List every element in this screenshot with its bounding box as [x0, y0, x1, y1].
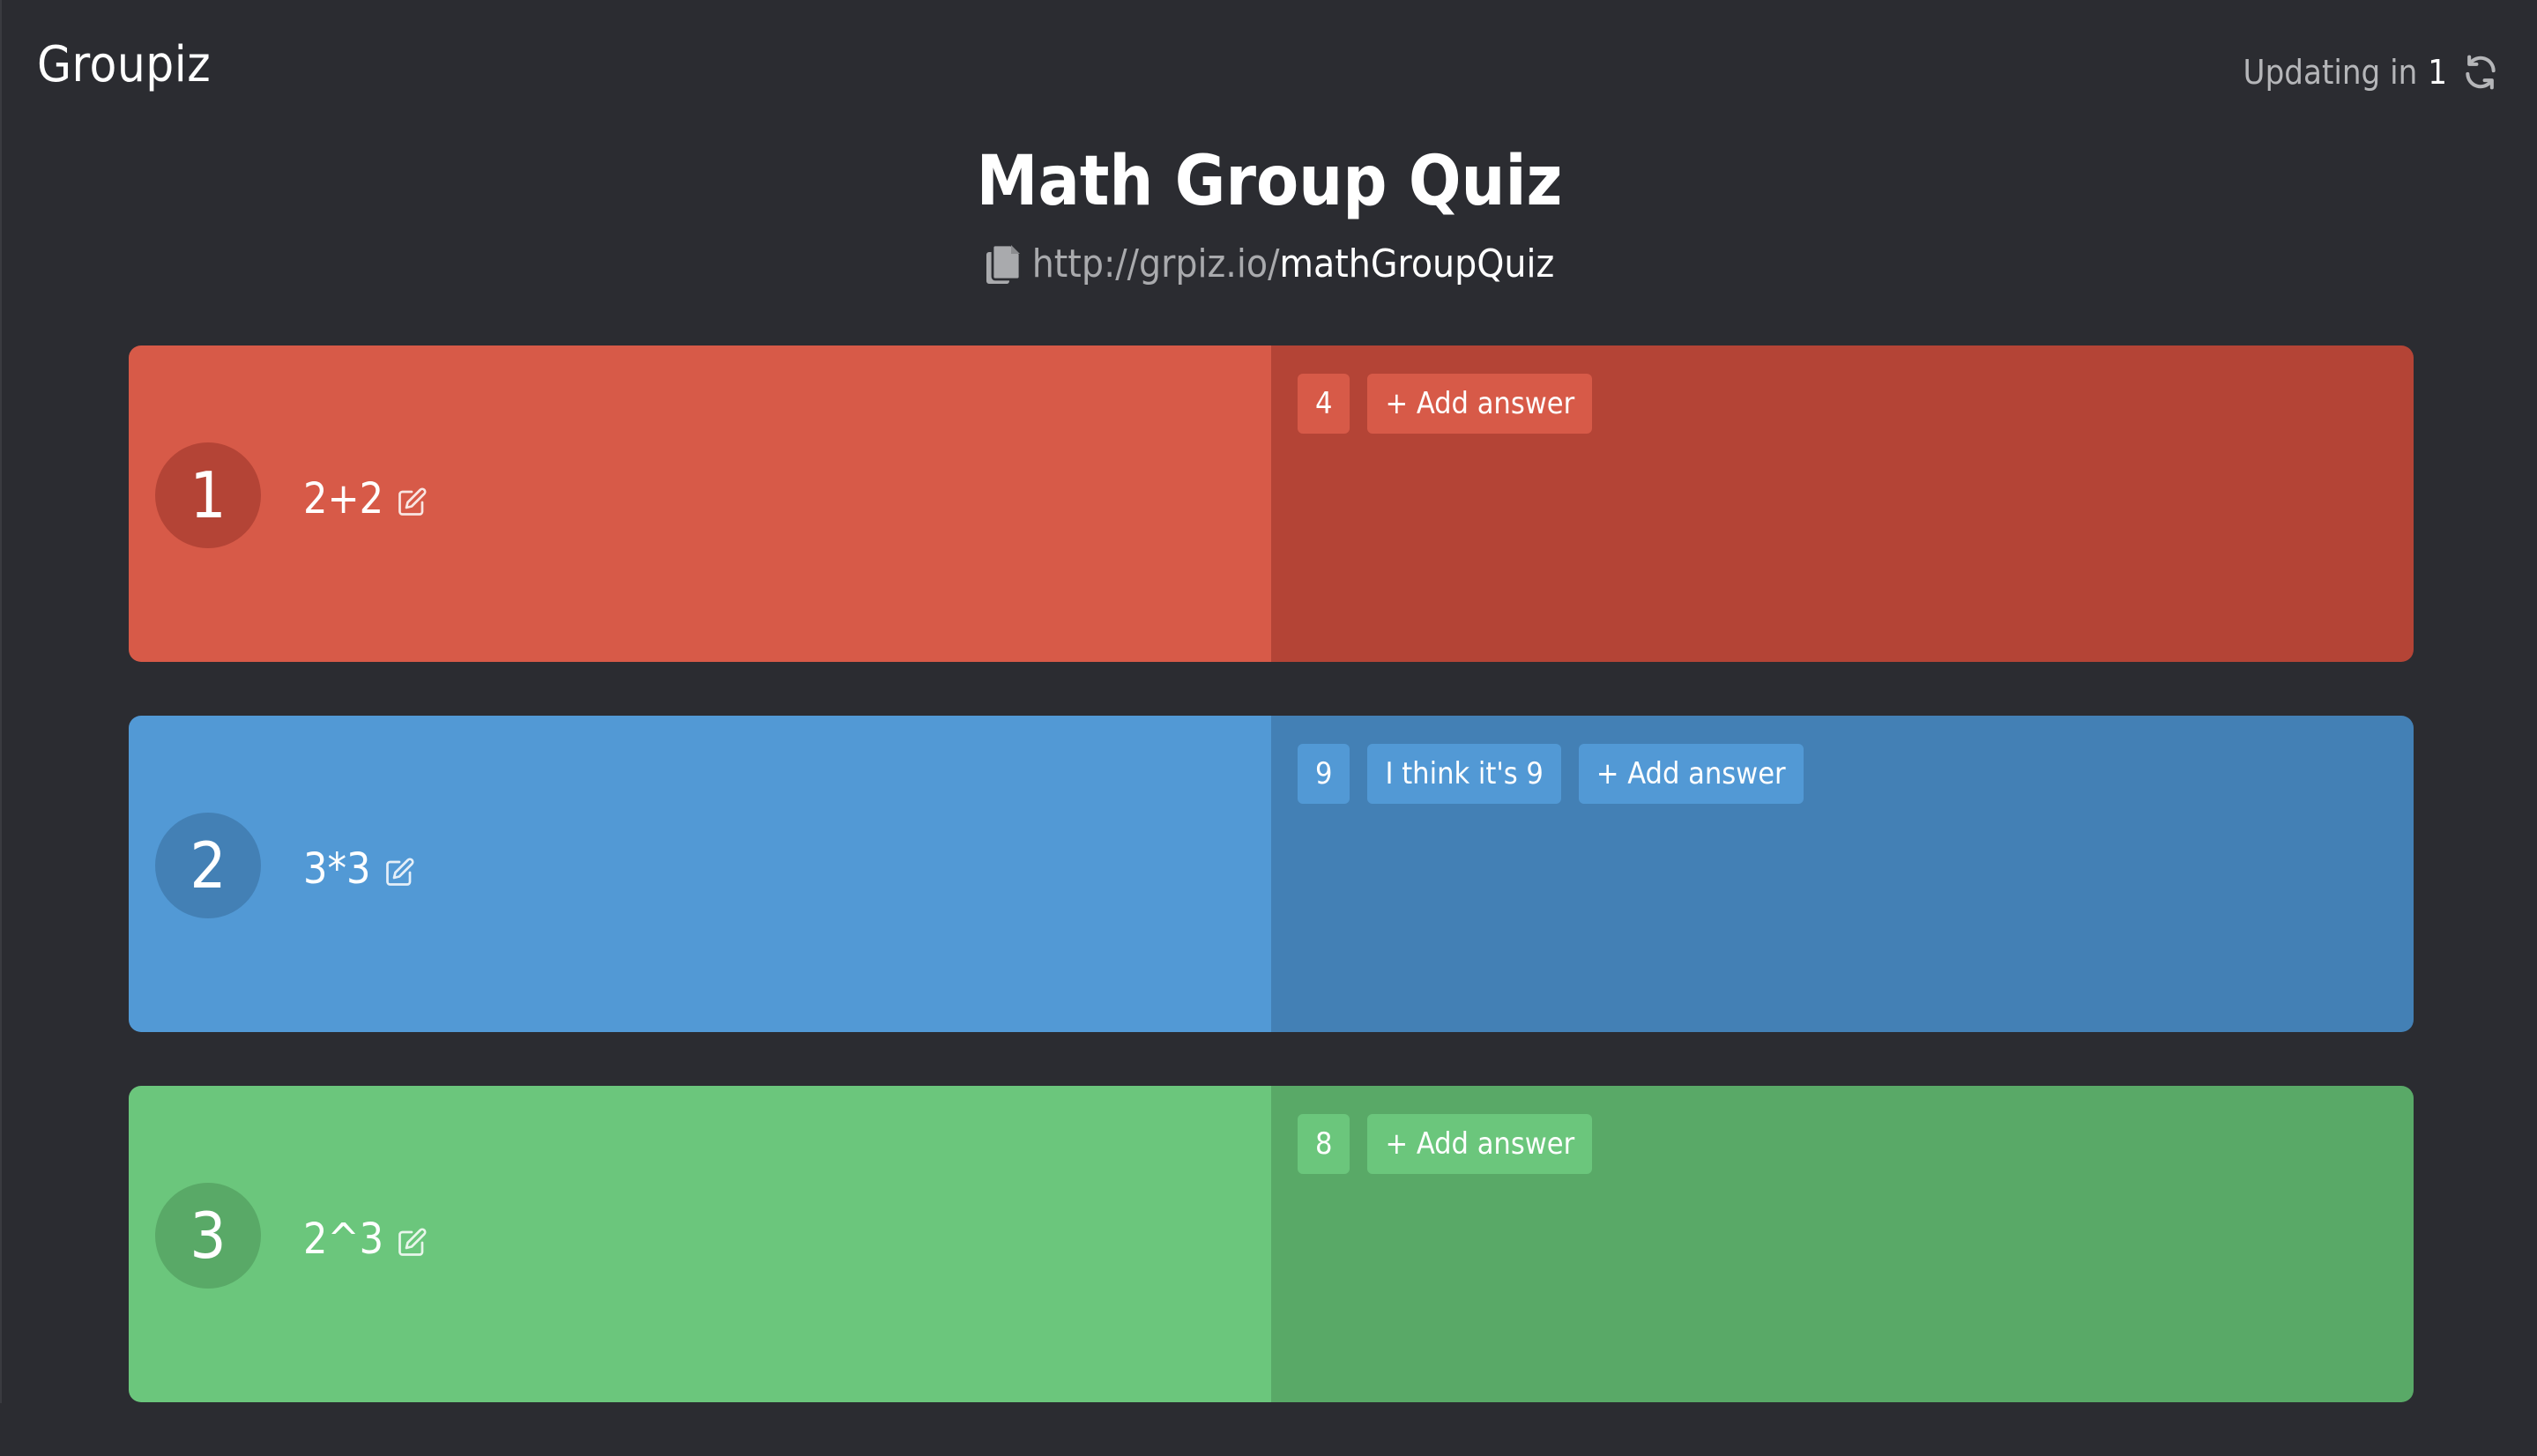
question-panel: 3 2^3 [129, 1086, 1271, 1402]
share-url: http://grpiz.io/mathGroupQuiz [2, 238, 2537, 291]
question-item: 2^3 [303, 1211, 428, 1267]
answers-panel: 8 + Add answer [1271, 1086, 2414, 1402]
question-text: 2+2 [303, 474, 384, 524]
url-base[interactable]: http://grpiz.io/ [1032, 238, 1280, 291]
answers-panel: 9 I think it's 9 + Add answer [1271, 716, 2414, 1032]
question-panel: 1 2+2 [129, 345, 1271, 662]
question-text: 3*3 [303, 844, 371, 894]
question-panel: 2 3*3 [129, 716, 1271, 1032]
edit-icon[interactable] [383, 857, 415, 888]
brand-logo[interactable]: Groupiz [37, 32, 211, 99]
question-card: 3 2^3 8 + Add answer [129, 1086, 2414, 1402]
answer-chip[interactable]: 4 [1298, 374, 1350, 434]
updating-label: Updating in [2243, 53, 2418, 92]
question-card: 1 2+2 4 + Add answer [129, 345, 2414, 662]
update-status: Updating in 1 [2243, 49, 2500, 95]
answer-chip[interactable]: 9 [1298, 744, 1350, 804]
edit-icon[interactable] [396, 1227, 428, 1259]
updating-countdown: 1 [2428, 53, 2447, 92]
question-card: 2 3*3 9 I think it's 9 + Add answer [129, 716, 2414, 1032]
add-answer-button[interactable]: + Add answer [1367, 374, 1593, 434]
question-number: 2 [155, 813, 261, 918]
refresh-icon[interactable] [2461, 53, 2500, 92]
question-text: 2^3 [303, 1215, 384, 1264]
question-list: 1 2+2 4 + Add answer 2 3*3 9 I think it'… [129, 345, 2414, 1456]
answer-chip[interactable]: I think it's 9 [1367, 744, 1561, 804]
answer-chip[interactable]: 8 [1298, 1114, 1350, 1174]
question-number: 3 [155, 1183, 261, 1289]
question-item: 3*3 [303, 841, 415, 897]
question-number: 1 [155, 442, 261, 548]
answers-panel: 4 + Add answer [1271, 345, 2414, 662]
add-answer-button[interactable]: + Add answer [1578, 744, 1804, 804]
url-slug[interactable]: mathGroupQuiz [1279, 238, 1554, 291]
page-title: Math Group Quiz [976, 142, 1563, 221]
question-item: 2+2 [303, 471, 428, 527]
copy-icon[interactable] [985, 243, 1022, 286]
edit-icon[interactable] [396, 487, 428, 518]
add-answer-button[interactable]: + Add answer [1367, 1114, 1593, 1174]
